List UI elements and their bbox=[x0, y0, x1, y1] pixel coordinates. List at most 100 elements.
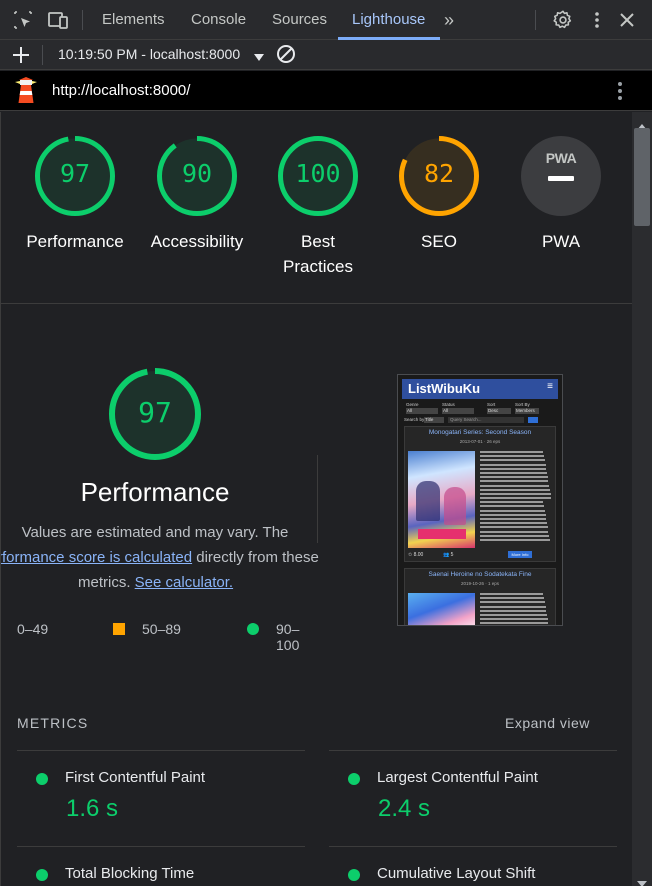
tab-elements[interactable]: Elements bbox=[102, 0, 165, 40]
new-report-plus-icon[interactable] bbox=[12, 46, 30, 69]
synopsis-line bbox=[480, 505, 545, 508]
report-url[interactable]: http://localhost:8000/ bbox=[52, 82, 190, 99]
synopsis-line bbox=[480, 476, 548, 479]
anime-card-title: Monogatari Series: Second Season bbox=[428, 429, 532, 436]
scrollbar-thumb[interactable] bbox=[634, 128, 650, 226]
device-toolbar-icon[interactable] bbox=[46, 8, 70, 32]
see-calculator-link[interactable]: See calculator. bbox=[135, 574, 233, 591]
synopsis-line bbox=[480, 522, 547, 525]
synopsis-line bbox=[480, 467, 547, 470]
gauge-score: 97 bbox=[59, 159, 91, 188]
tabbar-divider bbox=[535, 10, 536, 30]
filter-label: Genre bbox=[406, 402, 419, 407]
lighthouse-toolbar: 10:19:50 PM - localhost:8000 bbox=[0, 40, 652, 70]
synopsis-line bbox=[480, 526, 548, 529]
toolbar-divider bbox=[42, 45, 43, 65]
synopsis-line bbox=[480, 605, 546, 608]
performance-divider bbox=[317, 455, 318, 543]
synopsis-line bbox=[480, 484, 550, 487]
gauge-seo[interactable]: 82 bbox=[399, 136, 479, 216]
gauge-best-practices[interactable]: 100 bbox=[278, 136, 358, 216]
metric-pass-dot-icon bbox=[348, 869, 360, 881]
performance-title: Performance bbox=[80, 477, 230, 507]
performance-large-gauge[interactable]: 97 bbox=[109, 368, 201, 460]
metrics-heading: METRICS bbox=[17, 715, 89, 731]
gauge-score: 90 bbox=[181, 159, 213, 188]
inspect-element-icon[interactable] bbox=[11, 8, 35, 32]
gauge-score: 100 bbox=[295, 159, 341, 188]
anime-card-synopsis bbox=[480, 451, 552, 548]
synopsis-line bbox=[480, 463, 546, 466]
gauge-label: Best Practices bbox=[283, 232, 353, 276]
settings-gear-icon[interactable] bbox=[551, 8, 575, 32]
anime-card-meta: 2019-10-26 · 1 eps bbox=[460, 581, 500, 586]
report-scrollbar[interactable] bbox=[632, 112, 652, 886]
tab-console[interactable]: Console bbox=[191, 0, 246, 40]
report-url-bar: http://localhost:8000/ bbox=[0, 71, 652, 111]
filter-label: Sort By bbox=[515, 402, 530, 407]
synopsis-line bbox=[480, 530, 549, 533]
synopsis-line bbox=[480, 509, 545, 512]
anime-poster-image bbox=[408, 593, 475, 625]
tabbar-divider bbox=[82, 10, 83, 30]
legend-pass-range: 90–100 bbox=[276, 621, 300, 653]
report-selector[interactable]: 10:19:50 PM - localhost:8000 bbox=[58, 46, 240, 62]
synopsis-line bbox=[480, 492, 551, 495]
synopsis-line bbox=[480, 593, 544, 595]
more-options-icon[interactable] bbox=[585, 8, 609, 32]
metrics-divider bbox=[329, 750, 617, 751]
scroll-down-arrow-icon[interactable] bbox=[637, 874, 647, 886]
filter-label: Sort bbox=[487, 402, 496, 407]
close-icon[interactable] bbox=[615, 8, 639, 32]
synopsis-line bbox=[480, 497, 552, 500]
final-screenshot-thumbnail[interactable]: ListWibuKu ≡ Genre All Status All Sort Desc So… bbox=[397, 374, 563, 626]
filter-select: Desc bbox=[487, 408, 511, 414]
lighthouse-report: 97 Performance 90 Accessibility 100 Best Pract… bbox=[0, 112, 632, 886]
tab-lighthouse[interactable]: Lighthouse bbox=[352, 0, 425, 40]
clear-report-icon[interactable] bbox=[276, 44, 296, 69]
metrics-divider bbox=[329, 846, 617, 847]
expand-view-toggle[interactable]: Expand view bbox=[505, 715, 590, 731]
hamburger-menu-icon: ≡ bbox=[547, 381, 553, 392]
synopsis-line bbox=[480, 451, 544, 453]
tab-sources[interactable]: Sources bbox=[272, 0, 327, 40]
score-calculated-link[interactable]: rformance score is calculated bbox=[1, 549, 192, 566]
synopsis-line bbox=[480, 601, 545, 604]
synopsis-line bbox=[480, 618, 548, 621]
performance-large-score: 97 bbox=[138, 396, 172, 429]
average-square-icon bbox=[113, 623, 125, 635]
metric-pass-dot-icon bbox=[348, 773, 360, 785]
gauge-label: Performance bbox=[26, 232, 124, 251]
query-search-input: Query Search... bbox=[448, 417, 524, 423]
anime-card-members: 👥 5 bbox=[443, 552, 454, 558]
site-header: ListWibuKu ≡ bbox=[402, 379, 558, 399]
pass-circle-icon bbox=[247, 623, 259, 635]
search-icon bbox=[528, 417, 538, 423]
chevron-down-icon[interactable] bbox=[254, 49, 264, 67]
metric-pass-dot-icon bbox=[36, 773, 48, 785]
synopsis-line bbox=[480, 622, 549, 625]
svg-text:PWA: PWA bbox=[546, 150, 577, 166]
members-value: 5 bbox=[450, 552, 454, 558]
metric-title: Largest Contentful Paint bbox=[377, 769, 538, 786]
synopsis-line bbox=[480, 538, 550, 541]
gauge-pwa[interactable]: PWA bbox=[521, 136, 601, 216]
synopsis-line bbox=[480, 488, 550, 491]
gauge-performance[interactable]: 97 bbox=[35, 136, 115, 216]
description-text: directly from these bbox=[192, 549, 319, 566]
search-by-label: Search by bbox=[404, 417, 425, 422]
gauge-score: 82 bbox=[423, 159, 455, 188]
synopsis-line bbox=[480, 609, 547, 612]
pwa-badge-icon: PWA bbox=[521, 136, 601, 216]
metric-value: 2.4 s bbox=[378, 795, 431, 822]
performance-description-line2: rformance score is calculated directly f… bbox=[1, 549, 327, 566]
site-title: ListWibuKu bbox=[408, 381, 481, 396]
gauge-accessibility[interactable]: 90 bbox=[157, 136, 237, 216]
synopsis-line bbox=[480, 459, 545, 462]
metric-title: Total Blocking Time bbox=[65, 865, 195, 882]
report-menu-icon[interactable] bbox=[617, 81, 623, 106]
more-tabs-button[interactable]: » bbox=[444, 0, 454, 40]
search-by-select: Title bbox=[424, 417, 444, 423]
performance-description-line3: metrics. See calculator. bbox=[78, 574, 233, 591]
legend-average-range: 50–89 bbox=[142, 621, 181, 637]
